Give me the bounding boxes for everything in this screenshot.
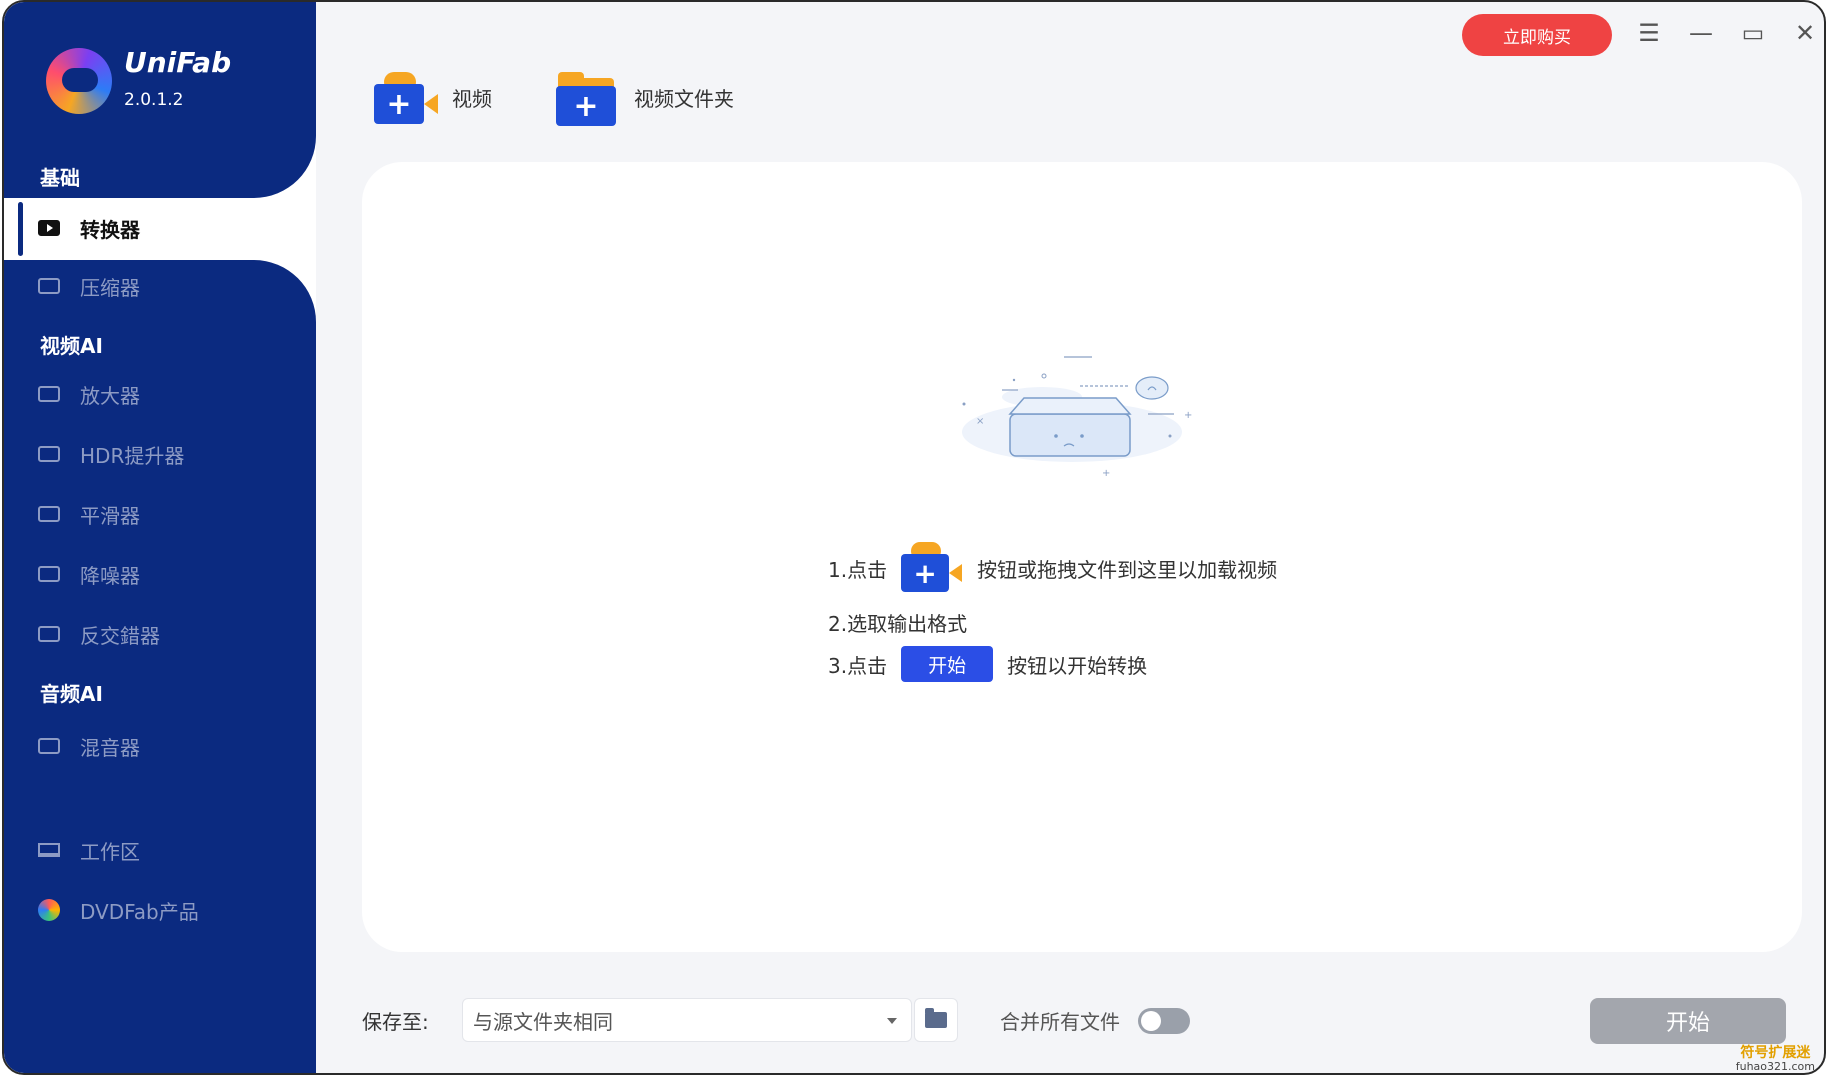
section-title-basic: 基础 — [40, 166, 80, 190]
step1-prefix: 1.点击 — [828, 557, 888, 582]
browse-folder-button[interactable] — [914, 998, 958, 1042]
save-location-value: 与源文件夹相同 — [473, 1009, 613, 1034]
dvdfab-icon — [38, 899, 60, 921]
mixer-icon — [38, 738, 60, 754]
instruction-step-2: 2.选取输出格式 — [828, 608, 967, 637]
start-chip: 开始 — [901, 646, 994, 682]
watermark-line2: fuhao321.com — [1735, 1059, 1815, 1073]
chevron-down-icon — [887, 1018, 897, 1024]
minimize-icon[interactable]: — — [1686, 18, 1716, 48]
add-video-button[interactable]: + 视频 — [374, 64, 492, 130]
sidebar-item-label: 降噪器 — [80, 563, 140, 588]
sidebar-item-label: DVDFab产品 — [80, 899, 199, 924]
folder-icon — [925, 1008, 947, 1028]
add-folder-label: 视频文件夹 — [634, 86, 734, 111]
play-icon — [38, 220, 60, 236]
empty-box-illustration: × + + — [962, 356, 1192, 479]
step2-text: 2.选取输出格式 — [828, 612, 968, 636]
menu-icon[interactable]: ☰ — [1634, 18, 1664, 48]
sidebar: UniFab 2.0.1.2 基础 转换器 压缩器 视频AI 放大器 HDR提升… — [4, 2, 316, 1073]
section-title-audio-ai: 音频AI — [40, 682, 103, 706]
app-window: UniFab 2.0.1.2 基础 转换器 压缩器 视频AI 放大器 HDR提升… — [2, 0, 1826, 1075]
add-video-inline-icon: + — [901, 542, 963, 594]
sidebar-item-label: 混音器 — [80, 735, 140, 760]
save-location-select[interactable]: 与源文件夹相同 — [462, 998, 912, 1042]
svg-text:+: + — [1102, 468, 1110, 479]
instruction-step-1: 1.点击 + 按钮或拖拽文件到这里以加载视频 — [828, 542, 1277, 594]
step1-suffix: 按钮或拖拽文件到这里以加载视频 — [977, 557, 1278, 582]
instruction-step-3: 3.点击 开始 按钮以开始转换 — [828, 646, 1147, 682]
sidebar-item-compressor[interactable]: 压缩器 — [38, 266, 140, 306]
sidebar-item-workspace[interactable]: 工作区 — [38, 830, 140, 870]
section-title-video-ai: 视频AI — [40, 334, 103, 358]
add-video-label: 视频 — [452, 86, 492, 111]
sidebar-item-label: 放大器 — [80, 383, 140, 408]
active-indicator — [18, 202, 23, 256]
sidebar-item-label: 压缩器 — [80, 275, 140, 300]
drop-area[interactable]: × + + 1.点击 + 按钮或拖拽文件到这里以加载视频 2.选取输出格式 3.… — [362, 162, 1802, 952]
sidebar-item-label: HDR提升器 — [80, 443, 185, 468]
compress-icon — [38, 278, 60, 294]
buy-now-button[interactable]: 立即购买 — [1462, 14, 1612, 56]
sidebar-item-dvdfab[interactable]: DVDFab产品 — [38, 890, 199, 930]
sidebar-item-mixer[interactable]: 混音器 — [38, 726, 140, 766]
save-to-label: 保存至: — [362, 1010, 429, 1034]
close-icon[interactable]: ✕ — [1790, 18, 1820, 48]
merge-files-label: 合并所有文件 — [1000, 1010, 1120, 1034]
sidebar-item-hdr[interactable]: HDR提升器 — [38, 434, 184, 474]
sidebar-item-deinterlacer[interactable]: 反交錯器 — [38, 614, 160, 654]
sidebar-item-label: 工作区 — [80, 839, 140, 864]
svg-text:×: × — [976, 416, 984, 427]
watermark-line1: 符号扩展迷 — [1740, 1044, 1811, 1061]
sidebar-item-label: 反交錯器 — [80, 623, 160, 648]
sidebar-item-converter[interactable]: 转换器 — [38, 208, 140, 248]
smooth-icon — [38, 506, 60, 522]
add-folder-icon: + — [554, 68, 618, 126]
sidebar-item-denoiser[interactable]: 降噪器 — [38, 554, 140, 594]
start-button[interactable]: 开始 — [1590, 998, 1786, 1044]
svg-text:+: + — [1184, 410, 1192, 421]
unifab-logo-icon — [46, 48, 112, 114]
upscale-icon — [38, 386, 60, 402]
merge-files-toggle[interactable] — [1138, 1008, 1190, 1034]
monitor-icon — [38, 843, 60, 857]
app-version: 2.0.1.2 — [124, 90, 184, 110]
sidebar-item-upscaler[interactable]: 放大器 — [38, 374, 140, 414]
watermark: 符号扩展迷 fuhao321.com — [1735, 1044, 1815, 1073]
sidebar-item-smoother[interactable]: 平滑器 — [38, 494, 140, 534]
hdr-icon — [38, 446, 60, 462]
step3-suffix: 按钮以开始转换 — [1007, 653, 1148, 678]
app-name: UniFab — [124, 46, 232, 79]
step3-prefix: 3.点击 — [828, 653, 888, 678]
add-video-icon: + — [374, 68, 438, 126]
denoise-icon — [38, 566, 60, 582]
sidebar-item-label: 转换器 — [80, 217, 140, 242]
maximize-icon[interactable]: ▭ — [1738, 18, 1768, 48]
deinterlace-icon — [38, 626, 60, 642]
toggle-knob — [1141, 1011, 1161, 1031]
add-folder-button[interactable]: + 视频文件夹 — [554, 64, 734, 130]
sidebar-item-label: 平滑器 — [80, 503, 140, 528]
